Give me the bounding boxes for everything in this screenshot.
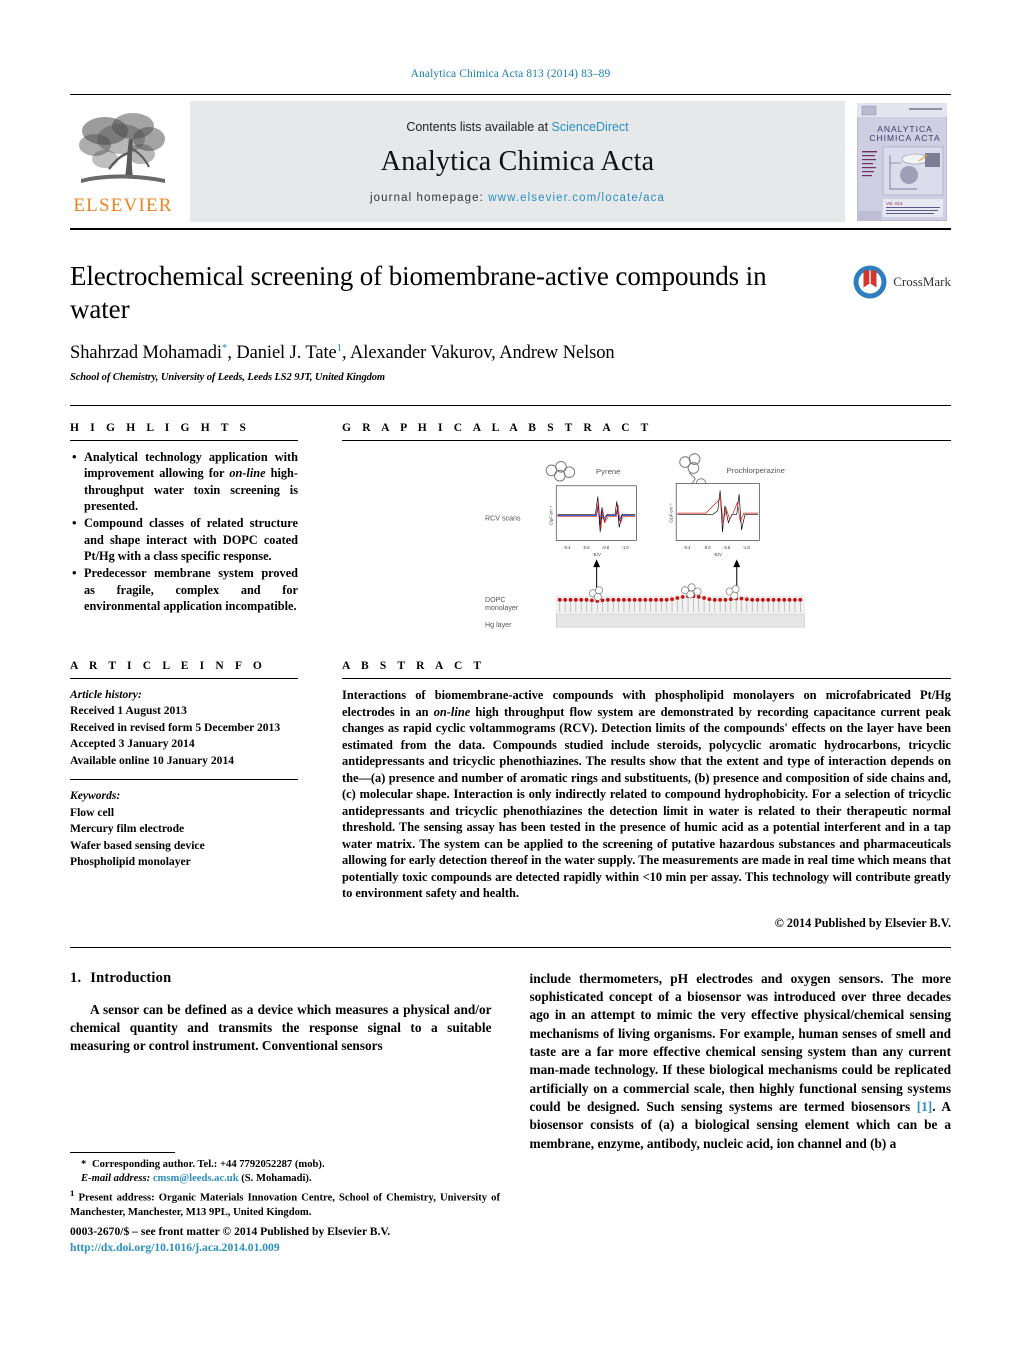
crossmark-badge[interactable]: CrossMark — [852, 264, 951, 300]
author-list: Shahrzad Mohamadi*, Daniel J. Tate1, Ale… — [70, 341, 615, 364]
history-item: Received 1 August 2013 — [70, 704, 187, 718]
keywords-divider — [70, 779, 298, 781]
footnote-rule — [70, 1152, 175, 1153]
crossmark-label: CrossMark — [893, 274, 951, 289]
articleinfo-abstract-row: A R T I C L E I N F O Article history: R… — [70, 644, 951, 931]
svg-text:-E/V: -E/V — [592, 552, 601, 557]
crossmark-icon — [853, 265, 887, 299]
journal-cover-thumbnail[interactable]: ANALYTICA CHIMICA ACTA Vol. 813 — [853, 101, 951, 222]
highlights-list: Analytical technology application with i… — [70, 448, 298, 614]
abstract-column: A B S T R A C T Interactions of biomembr… — [320, 644, 951, 931]
article-history-label: Article history: — [70, 688, 142, 702]
graphical-abstract-figure: Pyrene Prochlorperazine RCV scans DOPC m… — [342, 449, 951, 645]
hg-layer-band — [556, 613, 805, 628]
svg-text:C/µF cm⁻²: C/µF cm⁻² — [549, 505, 554, 525]
body-column-left: 1. Introduction A sensor can be defined a… — [70, 970, 492, 1153]
footnotes-block: * Corresponding author. Tel.: +44 779205… — [70, 1152, 500, 1220]
sciencedirect-link[interactable]: ScienceDirect — [552, 120, 629, 134]
dopc-label-1: DOPC — [485, 596, 506, 604]
graphical-abstract-heading: G R A P H I C A L A B S T R A C T — [342, 422, 653, 435]
email-link[interactable]: cmsm@leeds.ac.uk — [153, 1173, 239, 1184]
abstract-text: Interactions of biomembrane-active compo… — [342, 688, 951, 901]
section-heading-introduction: 1. Introduction — [70, 970, 492, 987]
elsevier-wordmark: ELSEVIER — [73, 194, 173, 216]
keywords-label: Keywords: — [70, 789, 121, 803]
svg-text:-E/V: -E/V — [713, 552, 722, 557]
article-history: Article history: Received 1 August 2013 … — [70, 687, 298, 769]
email-label: E-mail address: — [81, 1173, 151, 1185]
history-item: Received in revised form 5 December 2013 — [70, 720, 281, 734]
footnote-present-address: 1 Present address: Organic Materials Inn… — [70, 1187, 500, 1218]
keyword-item: Flow cell — [70, 805, 115, 819]
section-title: Introduction — [90, 969, 172, 986]
journal-band: Contents lists available at ScienceDirec… — [190, 101, 845, 222]
page-title: Electrochemical screening of biomembrane… — [70, 261, 767, 324]
svg-text:C/µF cm⁻²: C/µF cm⁻² — [669, 503, 674, 523]
dopc-label-2: monolayer — [485, 604, 519, 612]
body-columns: 1. Introduction A sensor can be defined a… — [70, 970, 951, 1153]
highlights-heading: H I G H L I G H T S — [70, 422, 251, 435]
panel-left-title: Pyrene — [596, 467, 620, 476]
svg-text:CHIMICA ACTA: CHIMICA ACTA — [869, 133, 940, 143]
abstract-heading: A B S T R A C T — [342, 660, 486, 673]
abstract-rule — [342, 678, 951, 680]
svg-text:-1.0: -1.0 — [622, 545, 630, 550]
keyword-item: Wafer based sensing device — [70, 838, 205, 852]
doi-link[interactable]: http://dx.doi.org/10.1016/j.aca.2014.01.… — [70, 1240, 530, 1256]
svg-text:-0.8: -0.8 — [723, 545, 731, 550]
list-item: Analytical technology application with i… — [70, 448, 298, 514]
issn-line: 0003-2670/$ – see front matter © 2014 Pu… — [70, 1225, 391, 1238]
footnote-corresponding-author: * Corresponding author. Tel.: +44 779205… — [81, 1159, 325, 1170]
running-head: Analytica Chimica Acta 813 (2014) 83–89 — [410, 68, 611, 80]
svg-text:-0.6: -0.6 — [582, 545, 590, 550]
history-item: Available online 10 January 2014 — [70, 753, 235, 767]
svg-text:-0.4: -0.4 — [683, 545, 691, 550]
svg-text:-1.0: -1.0 — [743, 545, 751, 550]
homepage-prefix: journal homepage: — [370, 191, 489, 204]
article-info-column: A R T I C L E I N F O Article history: R… — [70, 644, 320, 931]
journal-homepage-line: journal homepage: www.elsevier.com/locat… — [370, 192, 665, 204]
article-first-page: Analytica Chimica Acta 813 (2014) 83–89 — [0, 0, 1021, 1351]
imprint-block: 0003-2670/$ – see front matter © 2014 Pu… — [70, 1224, 530, 1257]
intro-paragraph-right: include thermometers, pH electrodes and … — [529, 970, 952, 1151]
divider-below-abstract — [70, 946, 951, 948]
svg-text:-0.4: -0.4 — [563, 545, 571, 550]
homepage-url[interactable]: www.elsevier.com/locate/aca — [488, 192, 665, 204]
email-suffix: (S. Mohamadi). — [241, 1173, 312, 1185]
article-info-rule — [70, 678, 298, 680]
article-info-heading: A R T I C L E I N F O — [70, 660, 266, 673]
graphical-abstract-rule — [342, 440, 951, 442]
svg-text:-0.8: -0.8 — [602, 545, 610, 550]
rcv-scans-label: RCV scans — [485, 514, 521, 522]
keywords-block: Keywords: Flow cell Mercury film electro… — [70, 788, 298, 870]
keyword-item: Mercury film electrode — [70, 822, 185, 836]
list-item: Predecessor membrane system proved as fr… — [70, 564, 298, 614]
panel-right-title: Prochlorperazine — [727, 466, 785, 475]
journal-masthead: ELSEVIER Contents lists available at Sci… — [70, 94, 951, 230]
contents-prefix: Contents lists available at — [406, 119, 552, 134]
intro-paragraph-left: A sensor can be defined as a device whic… — [70, 1001, 492, 1054]
contents-available-line: Contents lists available at ScienceDirec… — [406, 120, 628, 134]
highlights-graphical-row: H I G H L I G H T S Analytical technolog… — [70, 406, 951, 645]
history-item: Accepted 3 January 2014 — [70, 737, 195, 751]
footnote-email: E-mail address: cmsm@leeds.ac.uk (S. Moh… — [70, 1172, 500, 1186]
affiliation: School of Chemistry, University of Leeds… — [70, 372, 385, 384]
svg-text:-0.6: -0.6 — [704, 545, 712, 550]
keyword-item: Phospholipid monolayer — [70, 855, 191, 869]
elsevier-logo: ELSEVIER — [70, 101, 182, 222]
elsevier-tree-icon — [75, 109, 171, 195]
body-column-right: include thermometers, pH electrodes and … — [530, 970, 952, 1153]
highlights-rule — [70, 440, 298, 442]
list-item: Compound classes of related structure an… — [70, 514, 298, 564]
section-number: 1. — [70, 969, 82, 986]
abstract-copyright: © 2014 Published by Elsevier B.V. — [774, 915, 951, 930]
graphical-abstract-column: G R A P H I C A L A B S T R A C T Pyrene — [320, 406, 951, 645]
hg-layer-label: Hg layer — [485, 621, 512, 629]
svg-text:Vol. 813: Vol. 813 — [886, 201, 903, 206]
highlights-column: H I G H L I G H T S Analytical technolog… — [70, 406, 320, 644]
journal-name: Analytica Chimica Acta — [380, 145, 655, 177]
title-block: CrossMark Electrochemical screening of b… — [70, 260, 951, 383]
